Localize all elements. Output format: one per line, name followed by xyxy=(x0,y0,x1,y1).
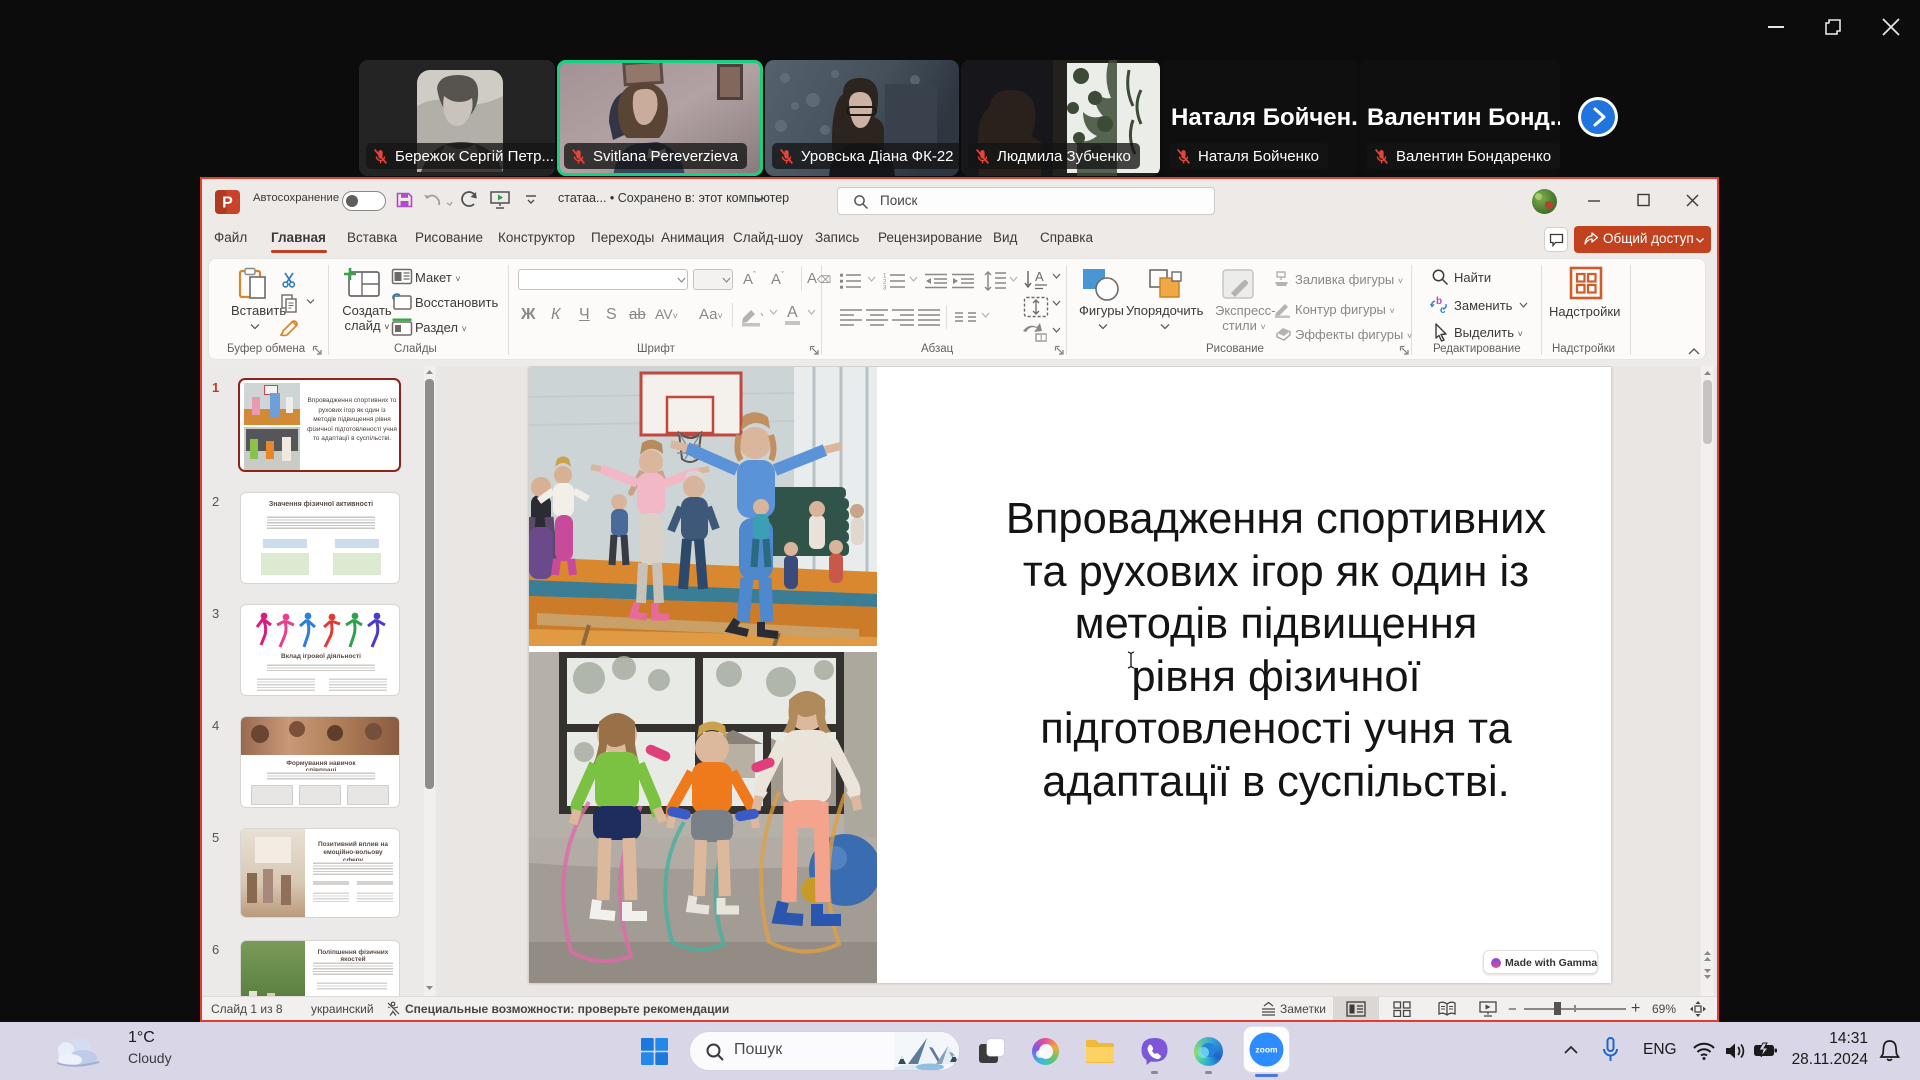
svg-text:A: A xyxy=(1035,269,1044,284)
svg-text:c: c xyxy=(1440,305,1446,315)
svg-text:P: P xyxy=(222,195,233,212)
svg-text:3: 3 xyxy=(883,286,887,291)
svg-text:zoom: zoom xyxy=(1255,1045,1278,1055)
